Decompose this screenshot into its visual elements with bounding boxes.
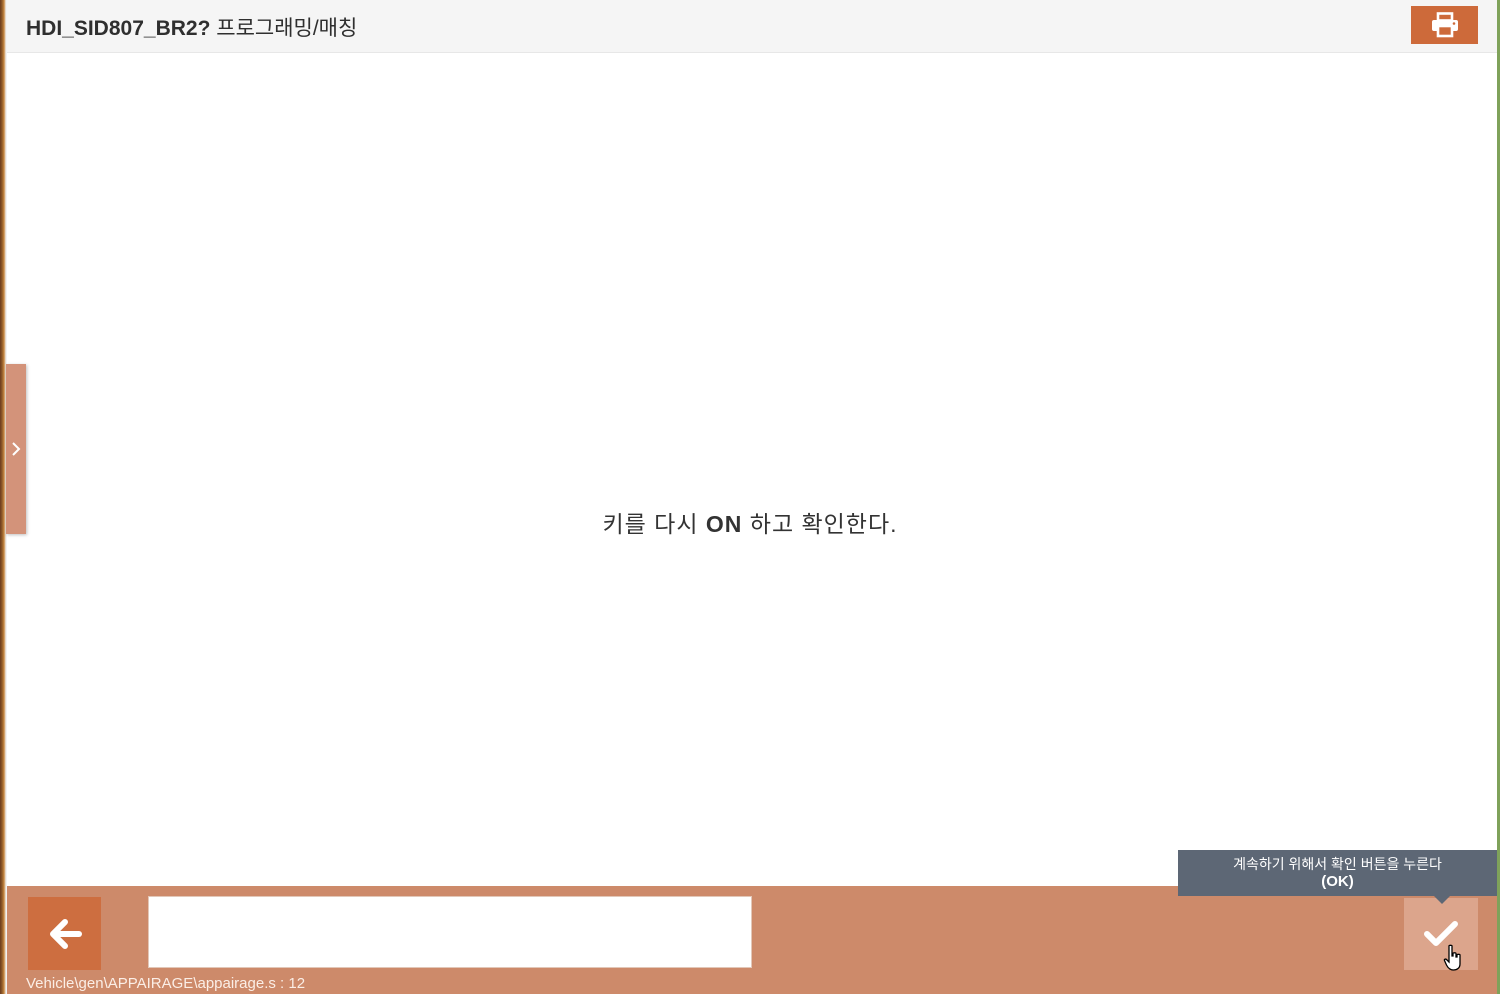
text-input-field[interactable] [148, 896, 752, 968]
message-text-end: 하고 확인한다. [742, 511, 898, 537]
title-bar: HDI_SID807_BR2? 프로그래밍/매칭 [7, 0, 1497, 53]
procedure-title: 프로그래밍/매칭 [216, 17, 358, 40]
ok-tooltip: 계속하기 위해서 확인 버튼을 누른다 (OK) [1178, 850, 1497, 904]
tooltip-ok-label: (OK) [1321, 873, 1354, 890]
ecu-code: HDI_SID807_BR2? [26, 17, 211, 40]
chevron-right-icon [12, 442, 21, 456]
script-path-status: Vehicle\gen\APPAIRAGE\appairage.s : 12 [26, 975, 306, 992]
back-button[interactable] [28, 897, 101, 970]
arrow-left-icon [49, 918, 82, 949]
page-title: HDI_SID807_BR2? 프로그래밍/매칭 [26, 12, 357, 42]
tooltip-text: 계속하기 위해서 확인 버튼을 누른다 [1233, 856, 1442, 872]
instruction-message: 키를 다시 ON 하고 확인한다. [0, 505, 1500, 539]
tooltip-arrow [1434, 896, 1450, 904]
ok-button[interactable] [1404, 898, 1478, 970]
mouse-pointer-icon [1443, 944, 1461, 971]
message-text-on: ON [705, 511, 743, 537]
printer-icon [1431, 12, 1458, 38]
print-button[interactable] [1411, 6, 1478, 44]
message-text-start: 키를 다시 [602, 511, 706, 537]
footer-bar: Vehicle\gen\APPAIRAGE\appairage.s : 12 [7, 886, 1497, 994]
